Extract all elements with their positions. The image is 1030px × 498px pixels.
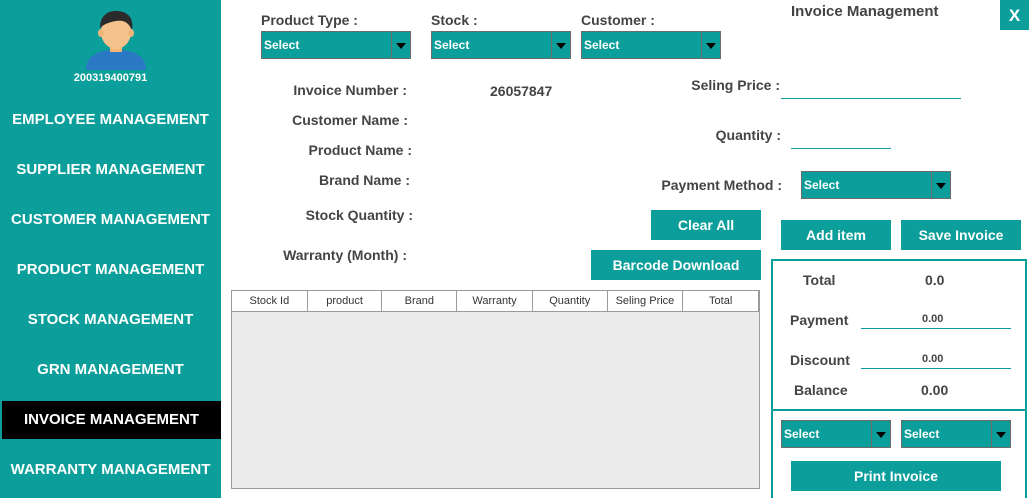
total-value: 0.0 [925,272,945,288]
payment-method-select-value: Select [804,178,840,192]
close-button[interactable]: X [1000,0,1029,30]
column-header-total[interactable]: Total [683,291,760,311]
column-header-product[interactable]: product [308,291,383,311]
invoice-items-table[interactable]: Stock Id product Brand Warranty Quantity… [231,290,760,489]
stock-select[interactable]: Select [431,31,571,59]
print-option-right-select[interactable]: Select [901,420,1011,448]
payment-label: Payment [790,312,849,328]
print-invoice-button[interactable]: Print Invoice [791,461,1001,491]
chevron-down-icon [551,32,570,58]
column-header-stock-id[interactable]: Stock Id [232,291,308,311]
chevron-down-icon [991,421,1010,447]
payment-input[interactable]: 0.00 [922,313,943,325]
sidebar: 200319400791 EMPLOYEE MANAGEMENT SUPPLIE… [0,0,221,498]
page-title: Invoice Management [791,3,939,20]
chevron-down-icon [871,421,890,447]
product-name-label: Product Name : [308,142,412,158]
column-header-warranty[interactable]: Warranty [457,291,533,311]
invoice-number-value: 26057847 [490,83,553,99]
app-window: 200319400791 EMPLOYEE MANAGEMENT SUPPLIE… [0,0,1030,498]
stock-select-value: Select [434,38,470,52]
nav-stock-management[interactable]: STOCK MANAGEMENT [0,301,221,339]
discount-input[interactable]: 0.00 [922,353,943,365]
barcode-download-button[interactable]: Barcode Download [591,250,761,280]
brand-name-label: Brand Name : [318,172,410,188]
balance-label: Balance [794,382,848,398]
product-type-label: Product Type : [261,12,358,28]
table-header: Stock Id product Brand Warranty Quantity… [232,291,760,312]
warranty-label: Warranty (Month) : [283,247,407,263]
nav-warranty-management[interactable]: WARRANTY MANAGEMENT [0,451,221,489]
invoice-number-label: Invoice Number : [293,82,407,98]
nav-supplier-management[interactable]: SUPPLIER MANAGEMENT [0,151,221,189]
clear-all-button[interactable]: Clear All [651,210,761,240]
column-header-quantity[interactable]: Quantity [533,291,608,311]
selling-price-label: Seling Price : [691,77,780,93]
customer-select[interactable]: Select [581,31,721,59]
quantity-label: Quantity : [715,127,781,143]
customer-select-value: Select [584,38,620,52]
nav-invoice-management[interactable]: INVOICE MANAGEMENT [2,401,221,439]
total-label: Total [803,272,836,288]
product-type-select[interactable]: Select [261,31,411,59]
discount-underline [861,368,1011,369]
print-option-left-value: Select [784,427,820,441]
chevron-down-icon [931,172,950,198]
payment-method-select[interactable]: Select [801,171,951,199]
nav-employee-management[interactable]: EMPLOYEE MANAGEMENT [0,101,221,139]
quantity-input[interactable] [791,148,891,149]
user-avatar-icon [86,10,146,70]
print-option-left-select[interactable]: Select [781,420,891,448]
save-invoice-button[interactable]: Save Invoice [901,220,1021,250]
payment-underline [861,328,1011,329]
chevron-down-icon [391,32,410,58]
add-item-button[interactable]: Add item [781,220,891,250]
column-header-selling-price[interactable]: Seling Price [608,291,684,311]
balance-value: 0.00 [921,382,949,398]
nav-grn-management[interactable]: GRN MANAGEMENT [0,351,221,389]
customer-label: Customer : [581,12,655,28]
column-header-brand[interactable]: Brand [382,291,458,311]
chevron-down-icon [701,32,720,58]
user-id: 200319400791 [73,72,148,84]
stock-label: Stock : [431,12,478,28]
print-option-right-value: Select [904,427,940,441]
nav-customer-management[interactable]: CUSTOMER MANAGEMENT [0,201,221,239]
discount-label: Discount [790,352,850,368]
selling-price-input[interactable] [781,98,961,99]
nav-product-management[interactable]: PRODUCT MANAGEMENT [0,251,221,289]
product-type-select-value: Select [264,38,300,52]
payment-method-label: Payment Method : [661,177,782,193]
stock-quantity-label: Stock Quantity : [305,207,413,223]
customer-name-label: Customer Name : [292,112,408,128]
